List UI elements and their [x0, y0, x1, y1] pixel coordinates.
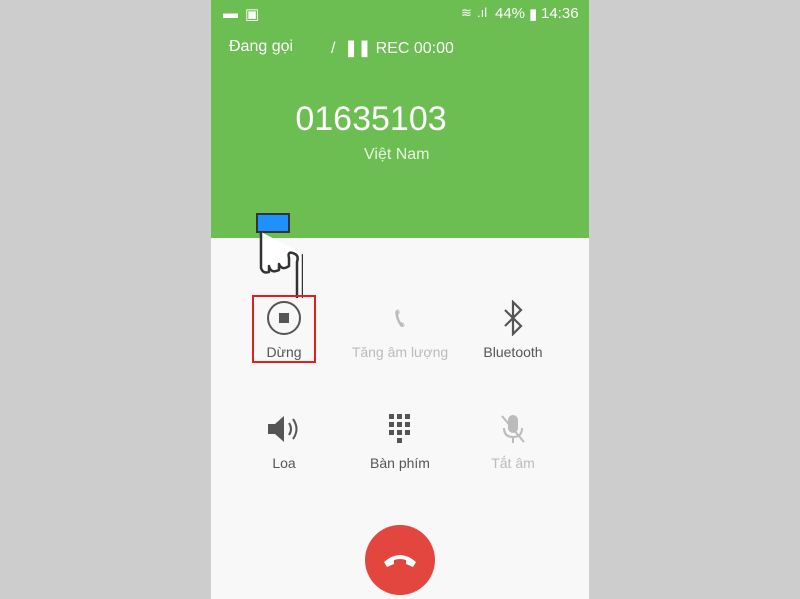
bluetooth-button[interactable]: Bluetooth: [450, 298, 576, 360]
button-label: Tắt âm: [491, 455, 535, 471]
phone-screen: ▬ ▣ ≋ .ıl 44% ▮ 14:36 Đang gọi / ❚❚ REC …: [211, 0, 589, 599]
caller-country: Việt Nam: [364, 146, 430, 163]
highlight-box: [252, 295, 316, 363]
speaker-icon: [268, 416, 298, 442]
phone-number: 01635103: [295, 100, 447, 138]
bluetooth-icon: [504, 300, 523, 336]
message-icon: ▬: [223, 5, 238, 22]
pointing-hand-icon: [256, 213, 303, 298]
call-status: Đang gọi: [229, 38, 294, 55]
separator: /: [331, 40, 336, 57]
pause-icon: ❚❚: [344, 40, 372, 57]
end-call-icon: [384, 555, 416, 567]
speaker-button[interactable]: Loa: [221, 409, 347, 471]
battery-icon: ▮: [529, 6, 538, 23]
signal-icon: .ıl: [477, 5, 488, 20]
clock: 14:36: [541, 5, 579, 22]
keypad-icon: [389, 414, 410, 443]
button-label: Loa: [272, 455, 296, 471]
mute-icon: [501, 415, 525, 443]
call-header: ▬ ▣ ≋ .ıl 44% ▮ 14:36 Đang gọi / ❚❚ REC …: [211, 0, 589, 238]
rec-timer: REC 00:00: [375, 40, 454, 57]
recording-indicator: / ❚❚ REC 00:00: [331, 38, 454, 58]
end-call-button[interactable]: [365, 525, 435, 595]
button-label: Bàn phím: [370, 455, 430, 471]
volume-boost-icon: 📞︎: [395, 301, 405, 333]
wifi-icon: ≋: [461, 5, 472, 20]
keypad-button[interactable]: Bàn phím: [337, 409, 463, 471]
mute-button[interactable]: Tắt âm: [450, 409, 576, 471]
volume-boost-button[interactable]: 📞︎ Tăng âm lượng: [337, 298, 463, 361]
button-label: Tăng âm lượng: [351, 344, 449, 360]
image-icon: ▣: [245, 6, 260, 23]
button-label: Bluetooth: [483, 344, 543, 360]
battery-level: 44%: [495, 5, 526, 22]
